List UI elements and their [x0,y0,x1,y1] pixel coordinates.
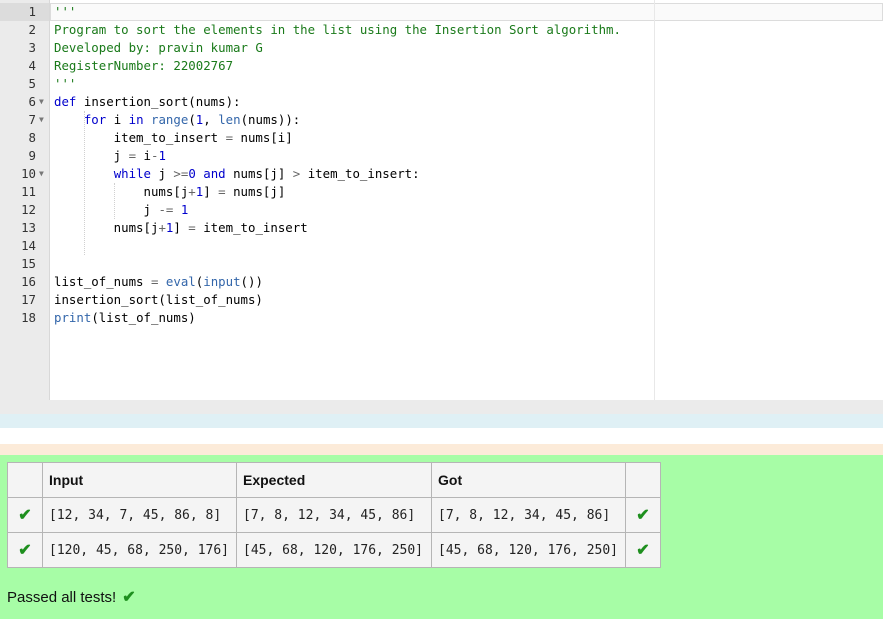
test-results-table: Input Expected Got ✔ [12, 34, 7, 45, 86,… [7,462,661,568]
code-line[interactable]: 10 ▼ while j >=0 and nums[j] > item_to_in… [0,165,883,183]
line-number: 14 [21,238,36,253]
code-line[interactable]: 15 [0,255,883,273]
expected-cell: [45, 68, 120, 176, 250] [236,532,432,568]
fold-arrow-icon[interactable]: ▼ [39,93,44,111]
input-cell: [120, 45, 68, 250, 176] [42,532,237,568]
line-number: 11 [21,184,36,199]
code-line[interactable]: 17 insertion_sort(list_of_nums) [0,291,883,309]
code-text: Program to sort the elements in the list… [54,22,621,37]
code-line[interactable]: 13 nums[j+1] = item_to_insert [0,219,883,237]
code-line[interactable]: 7 ▼ for i in range(1, len(nums)): [0,111,883,129]
indent-guide [84,111,85,255]
table-header-row: Input Expected Got [7,462,661,498]
row-status-cell: ✔ [7,497,43,533]
fold-arrow-icon[interactable]: ▼ [39,165,44,183]
line-number: 17 [21,292,36,307]
code-line[interactable]: 16 list_of_nums = eval(input()) [0,273,883,291]
line-number: 16 [21,274,36,289]
line-number: 12 [21,202,36,217]
code-text: ''' [54,76,77,91]
code-text: while j >=0 and nums[j] > item_to_insert… [113,166,420,181]
code-line[interactable]: 5 ''' [0,75,883,93]
code-text: insertion_sort(list_of_nums) [54,292,263,307]
row-result-cell: ✔ [625,532,661,568]
row-status-cell: ✔ [7,532,43,568]
line-number: 18 [21,310,36,325]
code-text: for i in range(1, len(nums)): [83,112,301,127]
code-line[interactable]: 2 Program to sort the elements in the lis… [0,21,883,39]
code-text: nums[j+1] = item_to_insert [54,220,308,235]
code-line[interactable]: 14 [0,237,883,255]
code-line[interactable]: 18 print(list_of_nums) [0,309,883,327]
expected-header: Expected [236,462,432,498]
code-text: nums[j+1] = nums[j] [54,184,286,199]
code-line[interactable]: 4 RegisterNumber: 22002767 [0,57,883,75]
code-text: print(list_of_nums) [54,310,196,325]
divider-band [0,444,883,455]
divider-band [0,414,883,428]
editor-bottom-strip [0,400,883,414]
check-icon: ✔ [122,589,136,606]
check-icon: ✔ [18,507,32,524]
line-number: 9 [28,148,36,163]
expected-cell: [7, 8, 12, 34, 45, 86] [236,497,432,533]
summary-message: Passed all tests! ✔ [7,587,136,607]
code-text: list_of_nums = eval(input()) [54,274,263,289]
line-number: 15 [21,256,36,271]
line-number: 2 [28,22,36,37]
code-text: RegisterNumber: 22002767 [54,58,234,73]
line-number: 7 [28,112,36,127]
check-icon: ✔ [636,542,650,559]
line-number: 3 [28,40,36,55]
input-header: Input [42,462,237,498]
check-icon: ✔ [636,507,650,524]
code-text: Developed by: pravin kumar G [54,40,263,55]
table-row: ✔ [12, 34, 7, 45, 86, 8] [7, 8, 12, 34, … [7,497,661,533]
indent-guide [114,183,115,219]
status-header [7,462,43,498]
got-cell: [45, 68, 120, 176, 250] [431,532,626,568]
row-result-cell: ✔ [625,497,661,533]
code-text: item_to_insert = nums[i] [54,130,293,145]
code-line[interactable]: 9 j = i-1 [0,147,883,165]
code-line[interactable]: 8 item_to_insert = nums[i] [0,129,883,147]
code-text: def insertion_sort(nums): [54,94,241,109]
code-text: j = i-1 [54,148,166,163]
line-number: 6 [28,94,36,109]
code-line[interactable]: 3 Developed by: pravin kumar G [0,39,883,57]
code-line[interactable]: 12 j -= 1 [0,201,883,219]
line-number: 1 [28,4,36,19]
table-row: ✔ [120, 45, 68, 250, 176] [45, 68, 120, … [7,532,661,568]
line-number: 10 [21,166,36,181]
got-header: Got [431,462,626,498]
line-number: 4 [28,58,36,73]
line-number: 5 [28,76,36,91]
line-number: 13 [21,220,36,235]
code-line[interactable]: 6 ▼ def insertion_sort(nums): [0,93,883,111]
summary-text: Passed all tests! [7,589,117,606]
check-icon: ✔ [18,542,32,559]
fold-arrow-icon[interactable]: ▼ [39,111,44,129]
test-results-panel: Input Expected Got ✔ [12, 34, 7, 45, 86,… [0,455,883,619]
code-text: ''' [54,4,77,19]
line-number: 8 [28,130,36,145]
result-header [625,462,661,498]
code-line[interactable]: 1 ''' [0,3,883,21]
code-line[interactable]: 11 nums[j+1] = nums[j] [0,183,883,201]
code-editor[interactable]: 1 ''' 2 Program to sort the elements in the… [0,0,883,415]
input-cell: [12, 34, 7, 45, 86, 8] [42,497,237,533]
got-cell: [7, 8, 12, 34, 45, 86] [431,497,626,533]
code-text: j -= 1 [54,202,189,217]
